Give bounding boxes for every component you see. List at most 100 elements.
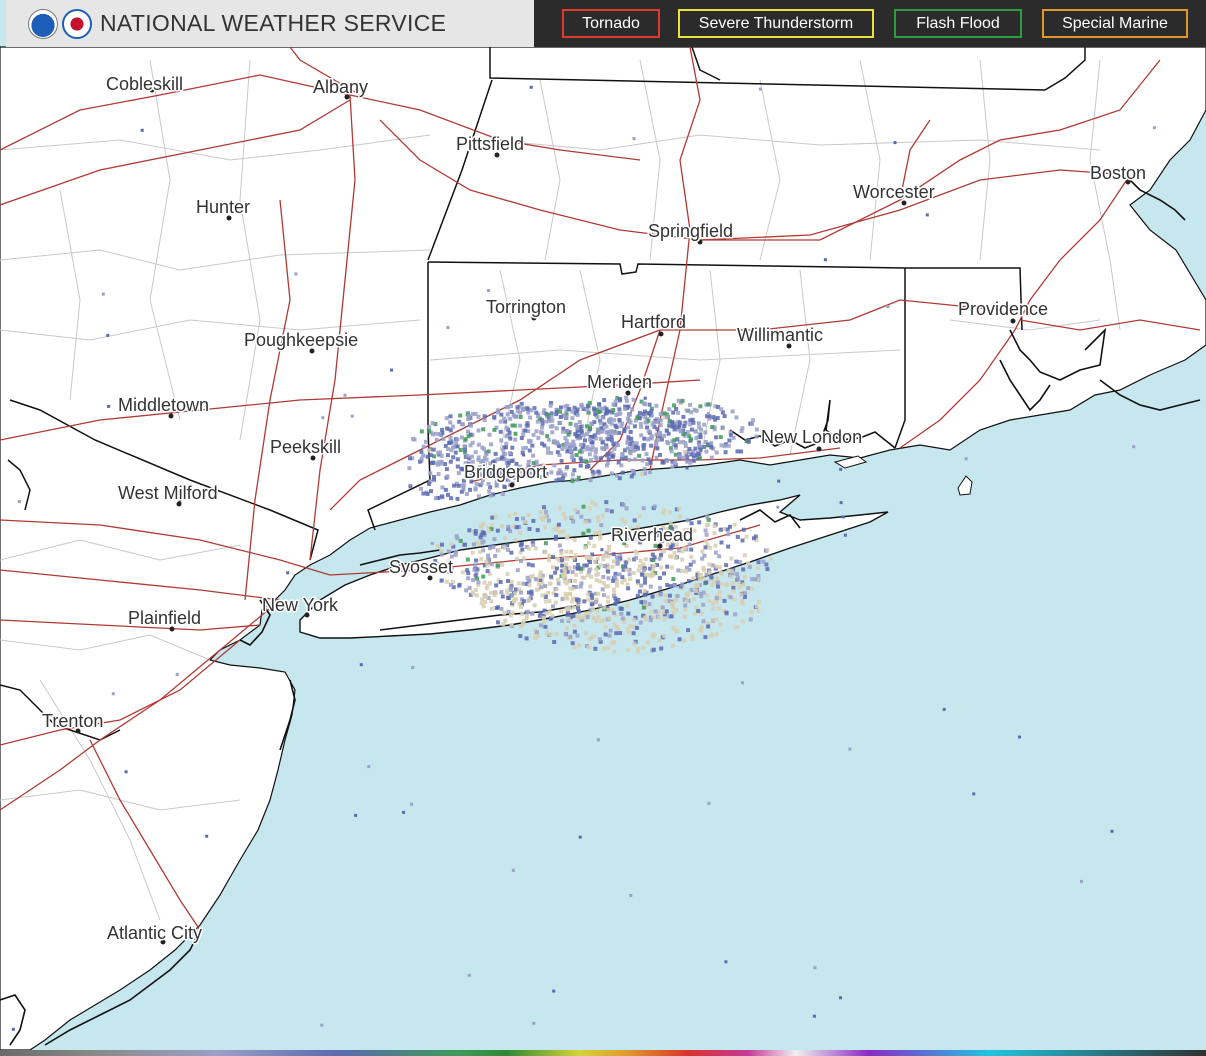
- radar-pixel: [480, 482, 484, 485]
- radar-pixel: [630, 407, 635, 412]
- radar-pixel: [515, 568, 520, 573]
- radar-pixel: [426, 448, 431, 453]
- radar-pixel: [588, 425, 593, 430]
- radar-pixel: [671, 410, 676, 415]
- tornado-warning-button[interactable]: Tornado: [562, 9, 660, 38]
- radar-pixel: [460, 422, 465, 427]
- radar-pixel: [631, 617, 636, 622]
- radar-pixel: [419, 429, 424, 434]
- radar-pixel: [582, 599, 587, 604]
- radar-pixel: [643, 396, 647, 400]
- radar-pixel: [646, 640, 651, 645]
- weather-map[interactable]: Cobleskill Albany Pittsfield Hunter Worc…: [0, 0, 1206, 1056]
- radar-pixel: [544, 509, 548, 514]
- radar-pixel: [662, 571, 666, 576]
- radar-pixel: [606, 595, 610, 600]
- radar-pixel: [687, 447, 692, 451]
- radar-pixel: [680, 557, 685, 562]
- radar-pixel: [555, 450, 560, 455]
- radar-pixel: [492, 427, 497, 432]
- radar-pixel: [569, 549, 574, 554]
- radar-pixel: [564, 442, 569, 446]
- radar-pixel: [657, 556, 662, 561]
- radar-pixel: [451, 455, 456, 460]
- radar-pixel: [566, 616, 571, 621]
- radar-pixel: [437, 432, 442, 436]
- radar-pixel: [600, 446, 605, 451]
- radar-pixel: [593, 450, 598, 455]
- radar-pixel: [754, 434, 759, 439]
- special-marine-warning-button[interactable]: Special Marine: [1042, 9, 1188, 38]
- radar-pixel: [577, 643, 582, 648]
- radar-pixel: [602, 646, 607, 651]
- radar-pixel: [539, 510, 543, 514]
- radar-pixel: [560, 477, 565, 481]
- radar-pixel: [536, 435, 541, 440]
- radar-pixel: [697, 520, 702, 525]
- severe-thunderstorm-warning-button[interactable]: Severe Thunderstorm: [678, 9, 874, 38]
- city-label-new-york: New York: [262, 595, 339, 615]
- radar-pixel: [674, 629, 679, 634]
- radar-pixel: [587, 518, 592, 523]
- radar-pixel: [701, 602, 706, 607]
- radar-pixel: [689, 554, 694, 559]
- radar-pixel: [570, 444, 575, 449]
- radar-pixel: [466, 576, 471, 581]
- radar-pixel: [724, 563, 729, 568]
- radar-pixel: [444, 416, 449, 421]
- radar-pixel: [672, 550, 677, 555]
- radar-pixel: [565, 612, 570, 617]
- radar-pixel: [577, 449, 582, 454]
- flash-flood-warning-button[interactable]: Flash Flood: [894, 9, 1022, 38]
- radar-pixel: [441, 436, 446, 441]
- radar-pixel: [489, 562, 494, 567]
- radar-pixel: [589, 458, 593, 463]
- radar-pixel: [512, 423, 517, 428]
- radar-pixel: [560, 558, 564, 563]
- radar-pixel: [758, 87, 762, 91]
- radar-pixel: [565, 596, 570, 601]
- radar-pixel: [646, 457, 651, 462]
- radar-pixel: [578, 456, 583, 461]
- radar-pixel: [473, 450, 478, 455]
- city-label-boston: Boston: [1090, 163, 1146, 183]
- radar-pixel: [529, 408, 534, 413]
- radar-pixel: [543, 624, 548, 629]
- radar-pixel: [518, 423, 523, 428]
- radar-pixel: [741, 681, 744, 685]
- radar-pixel: [611, 587, 616, 592]
- radar-pixel: [603, 625, 608, 630]
- radar-pixel: [354, 813, 358, 817]
- radar-pixel: [474, 558, 479, 563]
- city-dot-hartford: [658, 331, 664, 337]
- radar-pixel: [629, 894, 633, 897]
- radar-pixel: [595, 609, 600, 614]
- radar-pixel: [735, 449, 740, 454]
- radar-pixel: [500, 492, 505, 496]
- radar-pixel: [642, 568, 646, 573]
- radar-pixel: [548, 403, 553, 408]
- radar-pixel: [445, 453, 450, 458]
- radar-pixel: [697, 443, 702, 448]
- radar-pixel: [503, 618, 508, 623]
- radar-pixel: [712, 531, 717, 536]
- radar-pixel: [526, 513, 531, 517]
- radar-pixel: [492, 415, 497, 419]
- radar-pixel: [510, 593, 514, 597]
- city-label-atlantic-city: Atlantic City: [107, 923, 202, 943]
- radar-pixel: [1152, 126, 1156, 130]
- radar-pixel: [576, 565, 581, 570]
- radar-pixel: [676, 410, 681, 415]
- radar-pixel: [522, 453, 526, 457]
- radar-pixel: [500, 562, 504, 567]
- radar-pixel: [407, 466, 412, 471]
- radar-pixel: [644, 452, 649, 456]
- radar-pixel: [529, 591, 534, 596]
- radar-pixel: [667, 593, 672, 598]
- radar-pixel: [633, 549, 638, 554]
- radar-pixel: [689, 427, 694, 432]
- radar-pixel: [925, 213, 929, 217]
- radar-pixel: [650, 634, 655, 639]
- radar-pixel: [730, 581, 735, 586]
- radar-pixel: [504, 405, 509, 410]
